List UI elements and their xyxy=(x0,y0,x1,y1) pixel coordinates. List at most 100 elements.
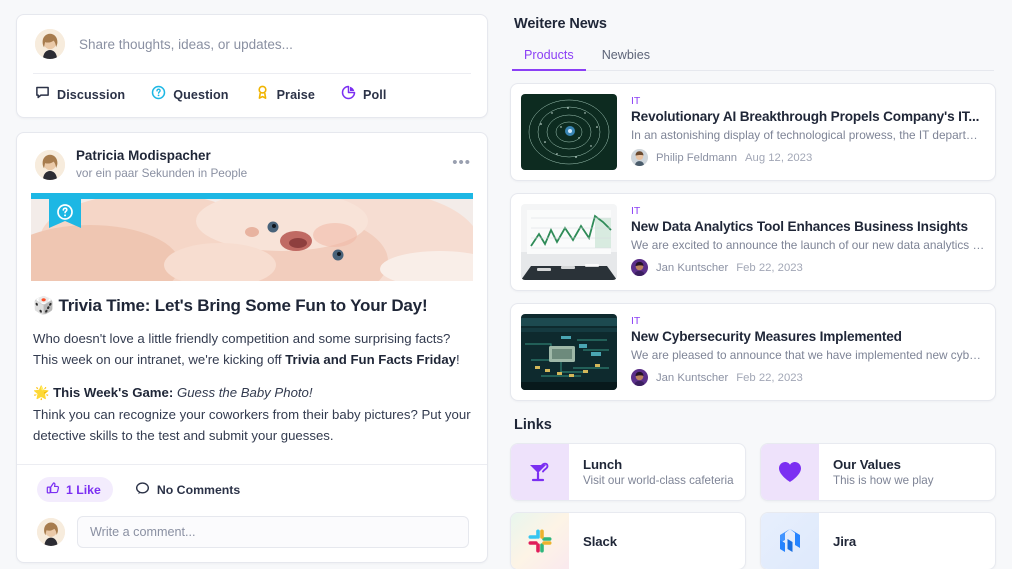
cocktail-glass-icon xyxy=(511,444,569,500)
feed-column: Share thoughts, ideas, or updates... Dis… xyxy=(16,14,488,569)
slack-icon xyxy=(511,513,569,569)
composer-action-label: Discussion xyxy=(57,88,126,102)
news-footer: Jan Kuntscher Feb 22, 2023 xyxy=(631,369,985,386)
link-name: Our Values xyxy=(833,457,901,472)
comments-label: No Comments xyxy=(156,482,241,497)
thumbs-up-icon xyxy=(46,481,60,498)
news-category: IT xyxy=(631,315,641,327)
comment-bubble-icon xyxy=(135,481,150,499)
news-item-content: IT Revolutionary AI Breakthrough Propels… xyxy=(631,94,985,170)
links-grid: Lunch Visit our world-class cafeteria Ou… xyxy=(510,443,996,569)
post-composer: Share thoughts, ideas, or updates... Dis… xyxy=(16,14,488,118)
post-paragraph-1: Who doesn't love a little friendly compe… xyxy=(33,328,471,371)
post-paragraph-2: Think you can recognize your coworkers f… xyxy=(33,406,471,444)
comment-composer-row: Write a comment... xyxy=(17,512,487,562)
avatar xyxy=(35,29,65,59)
news-author: Jan Kuntscher xyxy=(656,371,729,384)
analytics-chart-thumbnail xyxy=(521,204,617,280)
news-item[interactable]: IT Revolutionary AI Breakthrough Propels… xyxy=(510,83,996,181)
heart-icon xyxy=(761,444,819,500)
news-category: IT xyxy=(631,95,641,107)
link-name: Lunch xyxy=(583,457,623,472)
composer-placeholder[interactable]: Share thoughts, ideas, or updates... xyxy=(79,37,293,52)
comment-input[interactable]: Write a comment... xyxy=(77,516,469,549)
news-footer: Philip Feldmann Aug 12, 2023 xyxy=(631,149,985,166)
ai-network-thumbnail xyxy=(521,94,617,170)
link-text: Our Values This is how we play xyxy=(819,444,934,500)
news-section-title: Weitere News xyxy=(514,16,607,32)
post-more-options-button[interactable]: ••• xyxy=(452,155,471,170)
news-item[interactable]: IT New Cybersecurity Measures Implemente… xyxy=(510,303,996,401)
link-card-our-values[interactable]: Our Values This is how we play xyxy=(760,443,996,501)
avatar xyxy=(35,149,65,180)
question-circle-icon xyxy=(151,85,166,105)
news-date: Feb 22, 2023 xyxy=(736,371,803,384)
feed-post: Patricia Modispacher vor ein paar Sekund… xyxy=(16,132,488,564)
circuit-board-thumbnail xyxy=(521,314,617,390)
tab-newbies[interactable]: Newbies xyxy=(590,42,662,70)
news-excerpt: We are pleased to announce that we have … xyxy=(631,348,985,362)
composer-action-poll[interactable]: Poll xyxy=(341,85,387,105)
post-header: Patricia Modispacher vor ein paar Sekund… xyxy=(17,133,487,193)
link-name: Slack xyxy=(583,533,617,549)
news-title: Revolutionary AI Breakthrough Propels Co… xyxy=(631,109,980,124)
comments-button[interactable]: No Comments xyxy=(135,481,240,499)
news-excerpt: In an astonishing display of technologic… xyxy=(631,128,985,142)
link-text: Lunch Visit our world-class cafeteria xyxy=(569,444,734,500)
news-author: Jan Kuntscher xyxy=(656,261,729,274)
link-name: Jira xyxy=(833,533,857,549)
news-item-content: IT New Cybersecurity Measures Implemente… xyxy=(631,314,985,390)
links-section-title: Links xyxy=(514,417,552,433)
news-author: Philip Feldmann xyxy=(656,151,738,164)
speech-bubble-icon xyxy=(35,85,50,105)
post-author-block: Patricia Modispacher vor ein paar Sekund… xyxy=(76,147,247,183)
news-date: Aug 12, 2023 xyxy=(745,151,813,164)
composer-action-discussion[interactable]: Discussion xyxy=(35,85,125,105)
composer-action-bar: Discussion Question Praise Poll xyxy=(17,74,487,117)
like-count-label: 1 Like xyxy=(66,482,101,497)
news-footer: Jan Kuntscher Feb 22, 2023 xyxy=(631,259,985,276)
post-title: 🎲 Trivia Time: Let's Bring Some Fun to Y… xyxy=(33,295,428,315)
news-excerpt: We are excited to announce the launch of… xyxy=(631,238,985,252)
star-emoji-icon: 🌟 xyxy=(33,385,50,401)
avatar xyxy=(631,369,648,386)
link-subtitle: Visit our world-class cafeteria xyxy=(583,474,734,487)
link-text: Jira xyxy=(819,513,856,569)
post-social-bar: 1 Like No Comments xyxy=(17,465,487,512)
jira-icon xyxy=(761,513,819,569)
link-text: Slack xyxy=(569,513,617,569)
composer-action-question[interactable]: Question xyxy=(151,85,228,105)
link-card-jira[interactable]: Jira xyxy=(760,512,996,569)
news-title: New Data Analytics Tool Enhances Busines… xyxy=(631,219,968,234)
post-paragraph-1-bold: Trivia and Fun Facts Friday xyxy=(285,351,456,367)
composer-input-row[interactable]: Share thoughts, ideas, or updates... xyxy=(17,15,487,73)
post-game-line: 🌟 This Week's Game: Guess the Baby Photo… xyxy=(33,382,471,403)
post-paragraph-1-text-c: ! xyxy=(455,351,460,367)
post-author-name: Patricia Modispacher xyxy=(76,148,211,163)
news-category: IT xyxy=(631,205,641,217)
news-item-content: IT New Data Analytics Tool Enhances Busi… xyxy=(631,204,985,280)
award-ribbon-icon xyxy=(255,85,270,105)
avatar xyxy=(37,518,65,547)
composer-action-label: Praise xyxy=(276,88,315,102)
link-subtitle: This is how we play xyxy=(833,474,934,487)
link-card-lunch[interactable]: Lunch Visit our world-class cafeteria xyxy=(510,443,746,501)
post-game-label: This Week's Game: xyxy=(53,385,174,401)
post-timestamp: vor ein paar Sekunden in People xyxy=(76,166,248,181)
avatar xyxy=(631,149,648,166)
post-game-value: Guess the Baby Photo! xyxy=(176,385,313,401)
news-tabs: Products Newbies xyxy=(512,42,994,71)
avatar xyxy=(631,259,648,276)
composer-action-label: Question xyxy=(173,88,229,102)
composer-action-praise[interactable]: Praise xyxy=(255,85,315,105)
composer-action-label: Poll xyxy=(362,88,387,102)
pie-chart-icon xyxy=(341,85,356,105)
like-button[interactable]: 1 Like xyxy=(37,477,113,503)
tab-products[interactable]: Products xyxy=(512,42,586,71)
post-hero-image xyxy=(31,192,473,281)
link-card-slack[interactable]: Slack xyxy=(510,512,746,569)
news-item[interactable]: IT New Data Analytics Tool Enhances Busi… xyxy=(510,193,996,291)
news-title: New Cybersecurity Measures Implemented xyxy=(631,329,902,344)
post-body: 🎲 Trivia Time: Let's Bring Some Fun to Y… xyxy=(17,281,487,465)
baby-photo xyxy=(31,198,473,281)
